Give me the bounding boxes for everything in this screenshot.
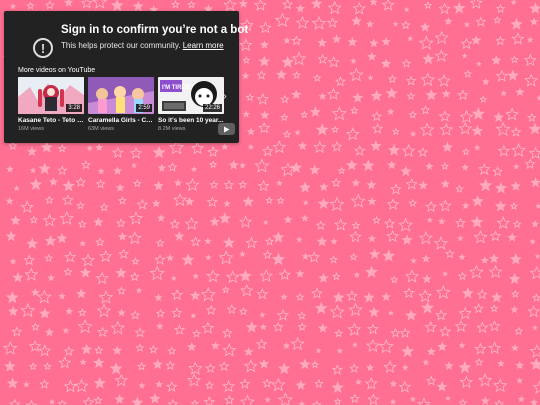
youtube-logo-icon[interactable] <box>218 123 235 135</box>
signin-title: Sign in to confirm you’re not a bot <box>61 24 249 36</box>
video-thumbnail-3[interactable]: I'M TIRED 22:26 <box>158 77 224 114</box>
video-title-3[interactable]: So it's been 10 year... <box>158 117 224 124</box>
video-views-2: 63M views <box>88 126 114 132</box>
video-card-2[interactable]: 2:59 Caramella Girls - Ca... 63M views <box>88 77 154 132</box>
video-title-2[interactable]: Caramella Girls - Ca... <box>88 117 154 124</box>
video-duration-3: 22:26 <box>202 104 222 112</box>
chevron-right-icon[interactable]: › <box>220 91 230 103</box>
video-duration-1: 3:28 <box>66 104 82 112</box>
signin-subtitle-text: This helps protect our community. <box>61 41 181 50</box>
video-thumbnail-1[interactable]: 3:28 <box>18 77 84 114</box>
video-duration-2: 2:59 <box>136 104 152 112</box>
youtube-embed-panel: ! Sign in to confirm you’re not a bot Th… <box>4 11 248 143</box>
video-thumbnail-3-caption: I'M TIRED <box>162 85 190 91</box>
alert-circle-icon: ! <box>33 38 53 58</box>
video-views-3: 8.2M views <box>158 126 186 132</box>
video-title-1[interactable]: Kasane Teto - Teto t... <box>18 117 84 124</box>
video-thumbnail-2[interactable]: 2:59 <box>88 77 154 114</box>
signin-subtitle: This helps protect our community. Learn … <box>61 41 224 50</box>
video-views-1: 16M views <box>18 126 44 132</box>
more-videos-label: More videos on YouTube <box>18 67 96 74</box>
video-card-1[interactable]: 3:28 Kasane Teto - Teto t... 16M views <box>18 77 84 132</box>
video-card-3[interactable]: I'M TIRED 22:26 So it's been 10 year... … <box>158 77 224 132</box>
learn-more-link[interactable]: Learn more <box>183 41 224 50</box>
